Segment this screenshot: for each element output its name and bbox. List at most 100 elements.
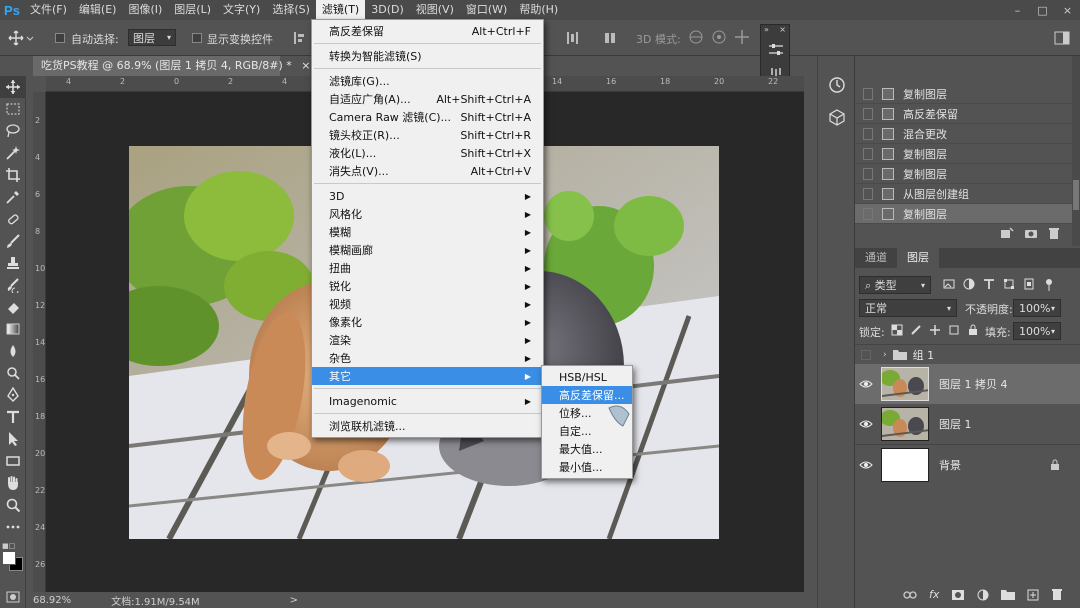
align-left-icon[interactable] <box>293 30 305 46</box>
lock-artboard-icon[interactable] <box>948 324 960 336</box>
layer-row-copy4[interactable]: 图层 1 拷贝 4 <box>855 364 1080 404</box>
menu-item[interactable]: 最大值... <box>542 440 632 458</box>
menu-item[interactable]: 自适应广角(A)... Alt+Shift+Ctrl+A <box>312 90 543 108</box>
history-snapshot-checkbox[interactable] <box>863 87 873 100</box>
history-snapshot-checkbox[interactable] <box>863 107 873 120</box>
show-transform-checkbox[interactable] <box>192 33 202 43</box>
menu-filter[interactable]: 滤镜(T) <box>315 0 366 20</box>
trash-icon[interactable] <box>1051 588 1063 601</box>
menu-edit[interactable]: 编辑(E) <box>73 0 123 20</box>
history-snapshot-checkbox[interactable] <box>863 207 873 220</box>
camera-icon[interactable] <box>1024 227 1038 239</box>
menu-item[interactable]: 锐化 ▶ <box>312 277 543 295</box>
menu-item[interactable]: 3D ▶ <box>312 187 543 205</box>
menu-item[interactable]: 液化(L)... Shift+Ctrl+X <box>312 144 543 162</box>
fill-input[interactable]: 100% ▾ <box>1013 322 1061 340</box>
history-snapshot-checkbox[interactable] <box>863 147 873 160</box>
menu-item[interactable]: 渲染 ▶ <box>312 331 543 349</box>
history-scrollbar-thumb[interactable] <box>1073 180 1079 210</box>
menu-item[interactable]: 风格化 ▶ <box>312 205 543 223</box>
menu-item[interactable]: 其它 ▶ <box>312 367 543 385</box>
menu-item[interactable]: 滤镜库(G)... <box>312 72 543 90</box>
menu-item[interactable]: 模糊 ▶ <box>312 223 543 241</box>
mask-icon[interactable] <box>951 589 965 601</box>
menu-item[interactable]: 消失点(V)... Alt+Ctrl+V <box>312 162 543 180</box>
new-layer-icon[interactable] <box>1027 589 1039 601</box>
filter-adjustment-icon[interactable] <box>963 278 975 292</box>
layer-filter-dropdown[interactable]: ⌕ 类型 ▾ <box>859 276 931 294</box>
minimize-button[interactable]: – <box>1005 0 1030 20</box>
history-item[interactable]: 复制图层 <box>855 204 1072 224</box>
3d-pan-icon[interactable] <box>734 29 750 45</box>
chevron-right-icon[interactable]: › <box>883 350 887 360</box>
layer-row-background[interactable]: 背景 <box>855 444 1080 484</box>
menu-layer[interactable]: 图层(L) <box>168 0 217 20</box>
close-button[interactable]: × <box>1055 0 1080 20</box>
menu-item[interactable]: 最小值... <box>542 458 632 476</box>
link-icon[interactable] <box>903 590 917 600</box>
blend-mode-dropdown[interactable]: 正常 ▾ <box>859 299 957 317</box>
filter-toggle-icon[interactable] <box>1043 278 1055 292</box>
menu-item[interactable]: Imagenomic ▶ <box>312 392 543 410</box>
brush-tool-icon[interactable] <box>0 230 26 252</box>
layer-visibility-toggle[interactable] <box>855 349 877 360</box>
menu-item[interactable]: 杂色 ▶ <box>312 349 543 367</box>
path-selection-tool-icon[interactable] <box>0 428 26 450</box>
menu-view[interactable]: 视图(V) <box>410 0 460 20</box>
history-panel-icon[interactable] <box>828 76 854 94</box>
menu-item[interactable]: HSB/HSL <box>542 368 632 386</box>
lock-pixels-icon[interactable] <box>910 324 922 336</box>
crop-tool-icon[interactable] <box>0 164 26 186</box>
eye-icon[interactable] <box>855 460 877 470</box>
history-item[interactable]: 从图层创建组 <box>855 184 1072 204</box>
foreground-color-swatch[interactable] <box>2 551 16 565</box>
history-item[interactable]: 复制图层 <box>855 144 1072 164</box>
collapse-icon[interactable]: » <box>764 25 769 35</box>
menu-image[interactable]: 图像(I) <box>122 0 168 20</box>
document-tab[interactable]: 吃货PS教程 @ 68.9% (图层 1 拷贝 4, RGB/8#) * × <box>33 56 310 76</box>
blur-tool-icon[interactable] <box>0 340 26 362</box>
lock-position-icon[interactable] <box>929 324 941 336</box>
default-colors-icon[interactable]: ■□ <box>2 542 15 550</box>
menu-item[interactable]: 像素化 ▶ <box>312 313 543 331</box>
filter-type-icon[interactable] <box>983 278 995 292</box>
history-brush-tool-icon[interactable] <box>0 274 26 296</box>
more-tools-icon[interactable] <box>0 516 26 538</box>
history-item[interactable]: 高反差保留 <box>855 104 1072 124</box>
menu-item[interactable]: 镜头校正(R)... Shift+Ctrl+R <box>312 126 543 144</box>
history-item[interactable]: 复制图层 <box>855 164 1072 184</box>
healing-brush-tool-icon[interactable] <box>0 208 26 230</box>
lasso-tool-icon[interactable] <box>0 120 26 142</box>
move-tool-icon[interactable] <box>0 76 26 98</box>
menu-window[interactable]: 窗口(W) <box>460 0 513 20</box>
eyedropper-tool-icon[interactable] <box>0 186 26 208</box>
document-tab-close[interactable]: × <box>301 59 310 72</box>
menu-item[interactable]: 模糊画廊 ▶ <box>312 241 543 259</box>
lock-transparent-icon[interactable] <box>891 324 903 336</box>
menu-item[interactable]: Camera Raw 滤镜(C)... Shift+Ctrl+A <box>312 108 543 126</box>
eye-icon[interactable] <box>855 419 877 429</box>
3d-roll-icon[interactable] <box>711 29 727 45</box>
history-item[interactable]: 复制图层 <box>855 84 1072 104</box>
close-icon[interactable]: × <box>779 25 786 35</box>
pen-tool-icon[interactable] <box>0 384 26 406</box>
history-snapshot-checkbox[interactable] <box>863 187 873 200</box>
auto-select-dropdown[interactable]: 图层 ▾ <box>128 29 176 46</box>
status-arrow[interactable]: > <box>290 595 298 606</box>
menu-item[interactable]: 扭曲 ▶ <box>312 259 543 277</box>
layer-row-layer1[interactable]: 图层 1 <box>855 404 1080 444</box>
3d-rotate-icon[interactable] <box>688 29 704 45</box>
quick-mask-icon[interactable] <box>0 586 26 608</box>
menu-item[interactable]: 浏览联机滤镜... <box>312 417 543 435</box>
menu-file[interactable]: 文件(F) <box>24 0 73 20</box>
fx-icon[interactable]: fx <box>929 588 939 601</box>
auto-align-icon[interactable] <box>603 30 617 46</box>
menu-type[interactable]: 文字(Y) <box>217 0 266 20</box>
clone-stamp-tool-icon[interactable] <box>0 252 26 274</box>
eraser-tool-icon[interactable] <box>0 296 26 318</box>
move-tool-icon[interactable] <box>8 30 34 46</box>
menu-select[interactable]: 选择(S) <box>266 0 316 20</box>
menu-3d[interactable]: 3D(D) <box>365 0 410 20</box>
zoom-tool-icon[interactable] <box>0 494 26 516</box>
rectangle-tool-icon[interactable] <box>0 450 26 472</box>
